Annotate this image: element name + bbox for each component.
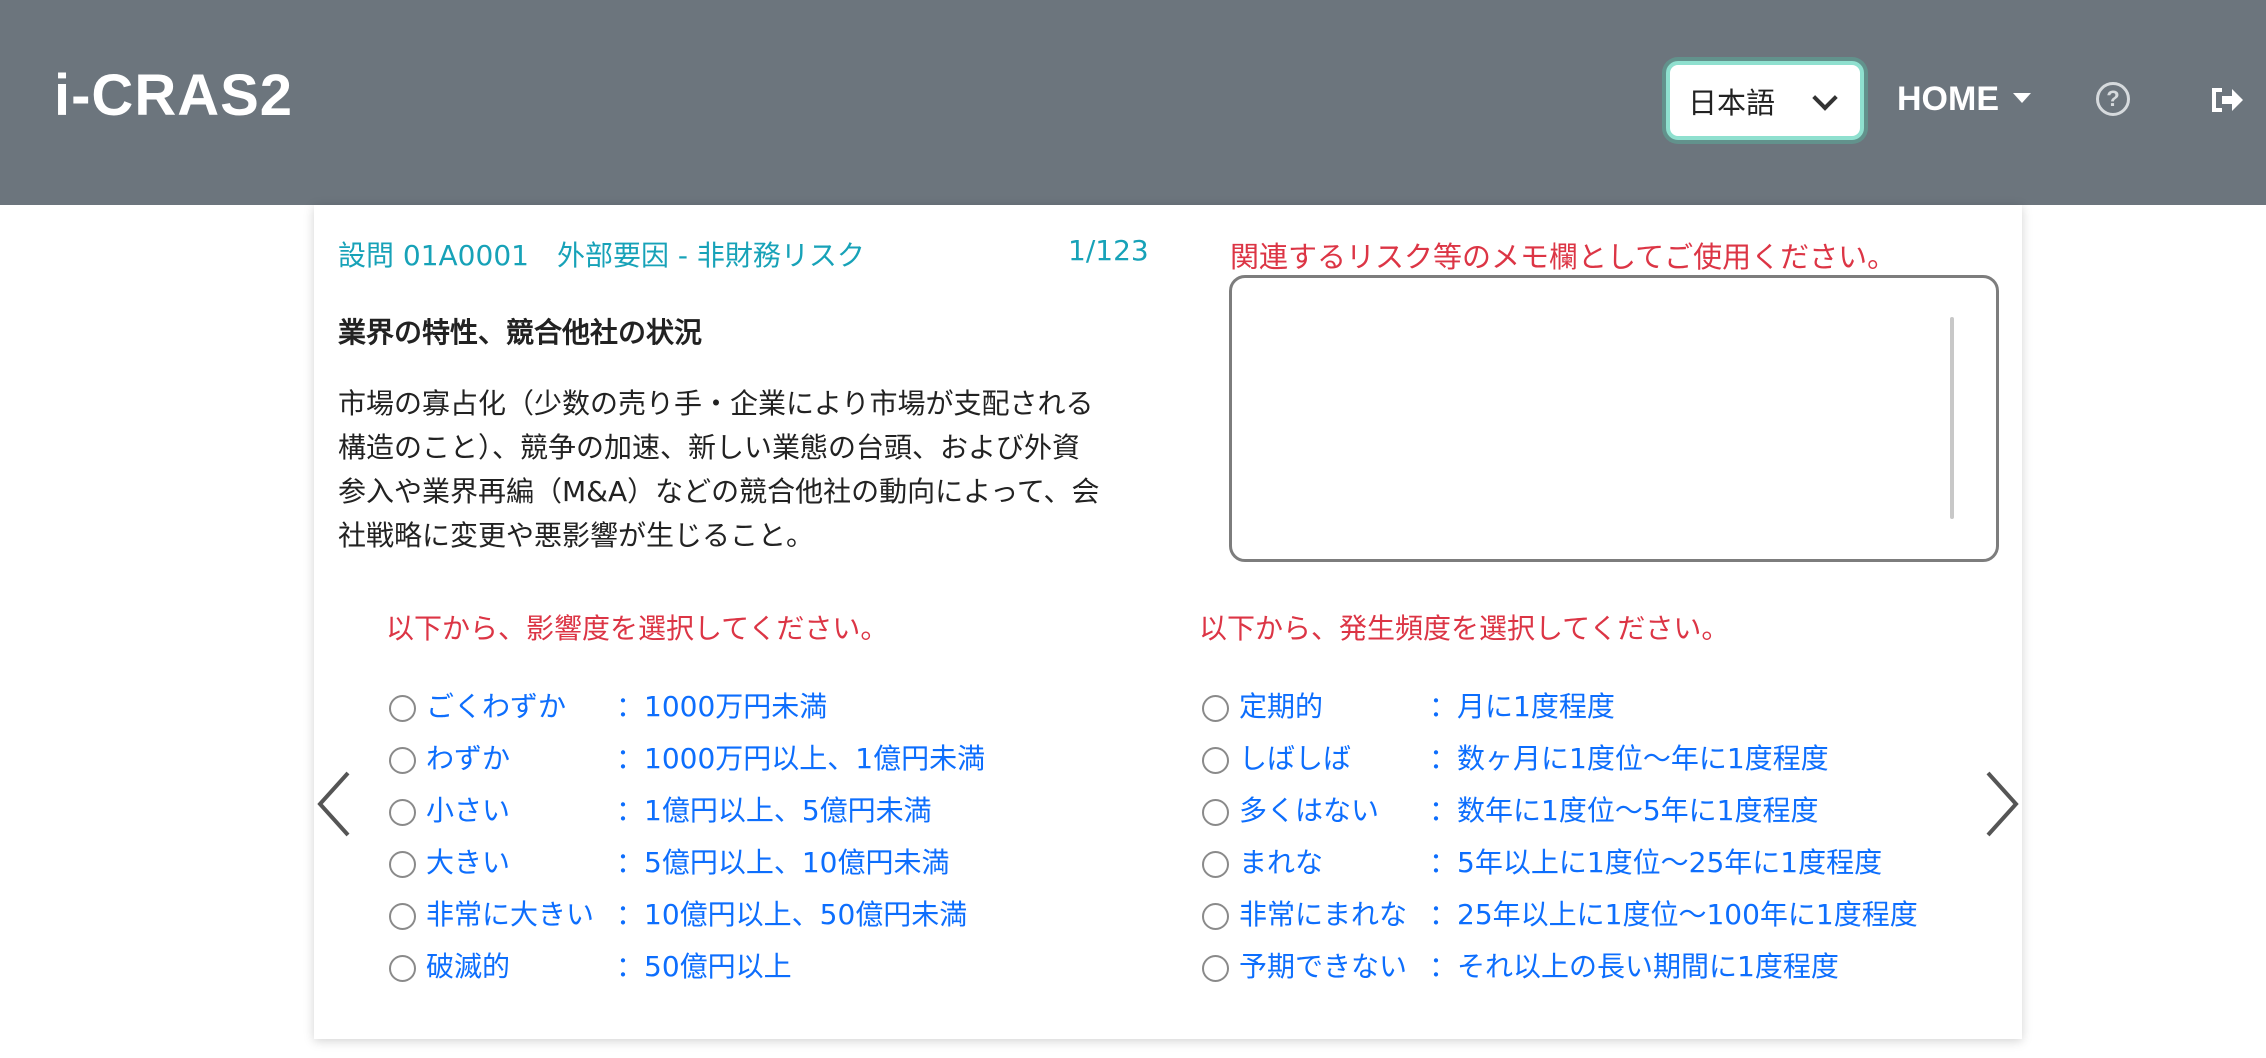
question-body-line: 構造のこと）、競争の加速、新しい業態の台頭、および外資 (338, 431, 1081, 464)
help-icon[interactable]: ? (2096, 82, 2130, 116)
impact-option-desc: ：1億円以上、5億円未満 (616, 794, 932, 827)
question-counter: 1/123 (1068, 234, 1149, 267)
frequency-option-0[interactable]: 定期的 ：月に1度程度 (1202, 679, 1918, 731)
radio-button[interactable] (389, 746, 416, 774)
impact-option-1[interactable]: わずか ：1000万円以上、1億円未満 (389, 731, 985, 783)
impact-option-2[interactable]: 小さい ：1億円以上、5億円未満 (389, 783, 985, 835)
question-body-line: 参入や業界再編（M&A）などの競合他社の動向によって、会 (338, 475, 1100, 508)
radio-button[interactable] (389, 798, 416, 826)
frequency-option-list: 定期的 ：月に1度程度 しばしば ：数ヶ月に1度位〜年に1度程度 多くはない ：数年に… (1202, 679, 1918, 991)
impact-option-desc: ：50億円以上 (616, 950, 792, 983)
impact-option-5[interactable]: 破滅的 ：50億円以上 (389, 939, 985, 991)
frequency-option-4[interactable]: 非常にまれな ：25年以上に1度位〜100年に1度程度 (1202, 887, 1918, 939)
frequency-option-1[interactable]: しばしば ：数ヶ月に1度位〜年に1度程度 (1202, 731, 1918, 783)
impact-option-name: 小さい (426, 794, 511, 827)
impact-option-desc: ：1000万円以上、1億円未満 (616, 742, 986, 775)
question-body-line: 社戦略に変更や悪影響が生じること。 (338, 519, 815, 552)
radio-button[interactable] (1202, 954, 1229, 982)
language-select-value: 日本語 (1688, 85, 1776, 120)
radio-button[interactable] (389, 954, 416, 982)
impact-option-name: ごくわずか (426, 690, 567, 723)
impact-option-desc: ：10億円以上、50億円未満 (616, 898, 968, 931)
memo-label: 関連するリスク等のメモ欄としてご使用ください。 (1230, 240, 1897, 274)
frequency-option-desc: ：5年以上に1度位〜25年に1度程度 (1429, 846, 1883, 879)
radio-button[interactable] (1202, 694, 1229, 722)
impact-option-desc: ：5億円以上、10億円未満 (616, 846, 950, 879)
logout-icon[interactable] (2210, 84, 2244, 116)
next-arrow-icon[interactable] (1982, 769, 2022, 839)
radio-button[interactable] (389, 694, 416, 722)
question-title: 業界の特性、競合他社の状況 (338, 316, 703, 349)
impact-option-4[interactable]: 非常に大きい ：10億円以上、50億円未満 (389, 887, 985, 939)
impact-option-3[interactable]: 大きい ：5億円以上、10億円未満 (389, 835, 985, 887)
memo-textarea[interactable] (1229, 275, 1999, 562)
impact-option-list: ごくわずか ：1000万円未満 わずか ：1000万円以上、1億円未満 小さい ：1億… (389, 679, 985, 991)
frequency-option-desc: ：月に1度程度 (1429, 690, 1615, 723)
question-body-line: 市場の寡占化（少数の売り手・企業により市場が支配される (338, 387, 1094, 420)
frequency-option-desc: ：25年以上に1度位〜100年に1度程度 (1429, 898, 1918, 931)
frequency-option-2[interactable]: 多くはない ：数年に1度位〜5年に1度程度 (1202, 783, 1918, 835)
frequency-option-name: しばしば (1239, 742, 1352, 775)
radio-button[interactable] (1202, 902, 1229, 930)
brand-logo[interactable]: i-CRAS2 (54, 62, 293, 129)
frequency-option-name: 多くはない (1239, 794, 1380, 827)
frequency-option-5[interactable]: 予期できない ：それ以上の長い期間に1度程度 (1202, 939, 1918, 991)
caret-down-icon (2013, 92, 2031, 103)
frequency-option-name: 定期的 (1239, 690, 1324, 723)
radio-button[interactable] (1202, 746, 1229, 774)
chevron-down-icon (1812, 85, 1838, 111)
impact-option-name: 破滅的 (426, 950, 511, 983)
question-header: 設問 01A0001 外部要因 - 非財務リスク (338, 239, 865, 272)
memo-scrollbar[interactable] (1950, 317, 1954, 519)
radio-button[interactable] (1202, 850, 1229, 878)
frequency-option-name: まれな (1239, 846, 1324, 879)
frequency-option-3[interactable]: まれな ：5年以上に1度位〜25年に1度程度 (1202, 835, 1918, 887)
frequency-option-name: 予期できない (1239, 950, 1408, 983)
frequency-option-name: 非常にまれな (1239, 898, 1408, 931)
impact-option-name: わずか (426, 742, 511, 775)
home-menu-dropdown[interactable]: HOME (1897, 80, 2031, 119)
impact-option-name: 大きい (426, 846, 511, 879)
impact-option-desc: ：1000万円未満 (616, 690, 828, 723)
radio-button[interactable] (389, 850, 416, 878)
frequency-option-desc: ：それ以上の長い期間に1度程度 (1429, 950, 1839, 983)
question-body: 市場の寡占化（少数の売り手・企業により市場が支配される 構造のこと）、競争の加速… (338, 382, 1128, 558)
impact-option-name: 非常に大きい (426, 898, 595, 931)
language-select[interactable]: 日本語 (1666, 61, 1864, 140)
impact-option-0[interactable]: ごくわずか ：1000万円未満 (389, 679, 985, 731)
home-menu-label: HOME (1897, 80, 1999, 118)
radio-button[interactable] (389, 902, 416, 930)
frequency-option-desc: ：数年に1度位〜5年に1度程度 (1429, 794, 1819, 827)
previous-arrow-icon[interactable] (314, 769, 354, 839)
frequency-option-desc: ：数ヶ月に1度位〜年に1度程度 (1429, 742, 1829, 775)
impact-instruction: 以下から、影響度を選択してください。 (386, 612, 889, 645)
top-navbar: i-CRAS2 日本語 HOME ? (0, 0, 2266, 205)
radio-button[interactable] (1202, 798, 1229, 826)
frequency-instruction: 以下から、発生頻度を選択してください。 (1199, 612, 1730, 645)
